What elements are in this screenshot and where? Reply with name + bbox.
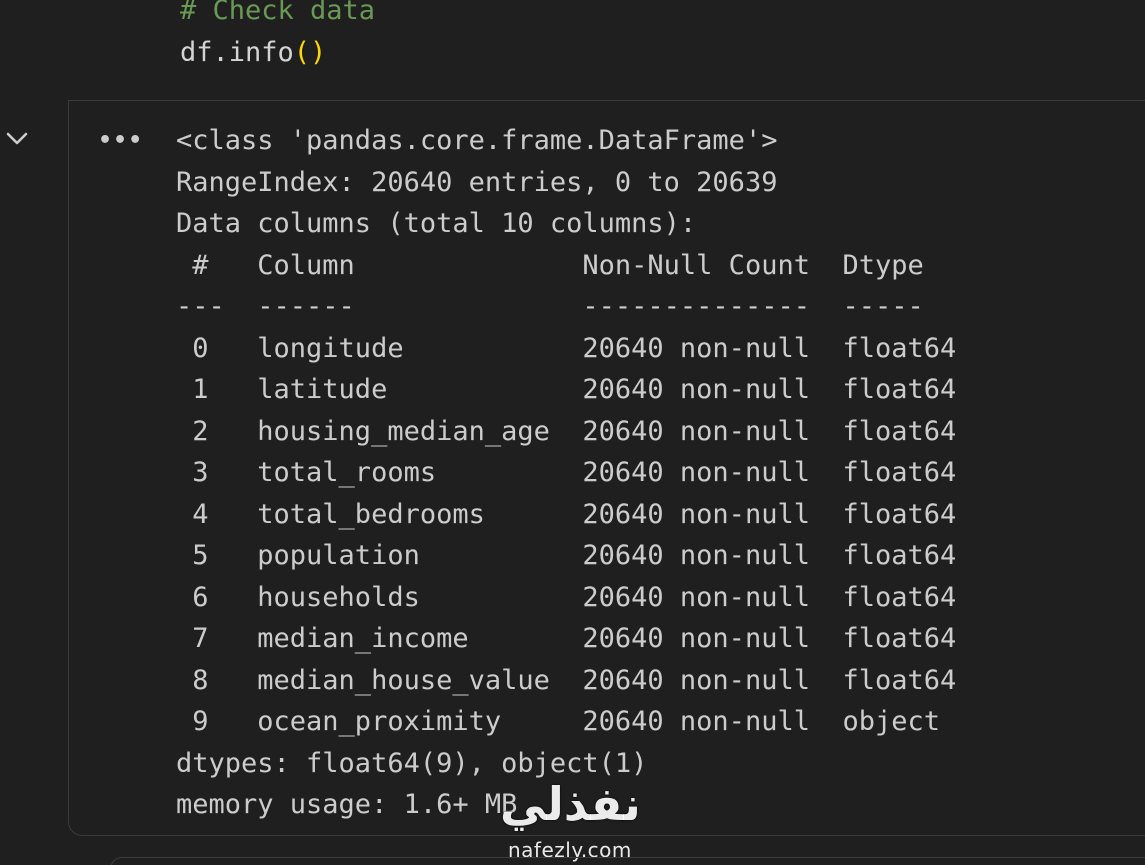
output-line: <class 'pandas.core.frame.DataFrame'> [176, 125, 778, 156]
output-line: memory usage: 1.6+ MB [176, 789, 518, 820]
output-line: 8 median_house_value 20640 non-null floa… [176, 664, 957, 696]
more-horizontal-icon[interactable]: ••• [98, 128, 142, 154]
output-line: 2 housing_median_age 20640 non-null floa… [176, 415, 957, 447]
code-call-parens: () [293, 37, 327, 68]
output-line: 4 total_bedrooms 20640 non-null float64 [176, 498, 957, 530]
next-cell-edge [110, 857, 1145, 865]
cell-output: <class 'pandas.core.frame.DataFrame'> Ran… [176, 120, 956, 826]
output-line: # Column Non-Null Count Dtype [176, 249, 957, 281]
output-line: 6 households 20640 non-null float64 [176, 581, 957, 613]
code-call-name: df.info [180, 37, 294, 68]
output-line: Data columns (total 10 columns): [176, 208, 697, 239]
output-line: 5 population 20640 non-null float64 [176, 540, 957, 571]
chevron-down-icon[interactable] [4, 126, 30, 152]
output-line: 7 median_income 20640 non-null float64 [176, 623, 957, 654]
code-call-line[interactable]: df.info() [180, 38, 326, 68]
output-line: dtypes: float64(9), object(1) [176, 747, 648, 779]
output-line: RangeIndex: 20640 entries, 0 to 20639 [176, 166, 778, 198]
output-line: 1 latitude 20640 non-null float64 [176, 374, 957, 405]
output-line: 9 ocean_proximity 20640 non-null object [176, 706, 957, 737]
output-line: 3 total_rooms 20640 non-null float64 [176, 457, 957, 488]
output-line: 0 longitude 20640 non-null float64 [176, 332, 957, 364]
output-line: --- ------ -------------- ----- [176, 291, 957, 322]
code-comment[interactable]: # Check data [180, 0, 375, 26]
